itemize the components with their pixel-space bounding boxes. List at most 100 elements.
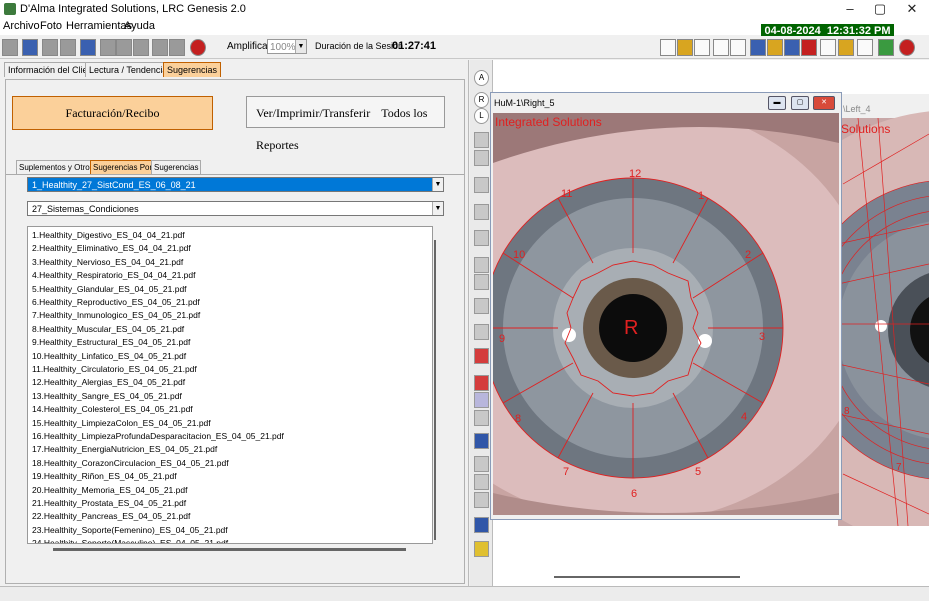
subtab-suggestions[interactable]: Sugerencias	[151, 160, 202, 174]
file-list-item[interactable]: 11.Healthity_Circulatorio_ES_04_05_21.pd…	[32, 364, 197, 374]
close-x-icon[interactable]	[474, 177, 489, 193]
menu-ayuda[interactable]: Ayuda	[124, 20, 155, 32]
document-icon[interactable]	[152, 39, 168, 56]
right-iris-window[interactable]: HuM-1\Right_5 ▬ ▢ ✕ Integrated Solutions…	[490, 92, 842, 520]
tool-icon-10[interactable]	[820, 39, 836, 56]
file-list-item[interactable]: 3.Healthity_Nervioso_ES_04_04_21.pdf	[32, 257, 183, 267]
file-list-item[interactable]: 21.Healthity_Prostata_ES_04_05_21.pdf	[32, 498, 186, 508]
file-list-item[interactable]: 24.Healthity_Soporte(Masculino)_ES_04_05…	[32, 538, 228, 543]
menu-herramientas[interactable]: Herramientas	[66, 20, 132, 32]
tool-icon-9[interactable]	[801, 39, 817, 56]
save-icon[interactable]	[474, 274, 489, 290]
file-list-item[interactable]: 20.Healthity_Memoria_ES_04_05_21.pdf	[32, 485, 187, 495]
compare-icon[interactable]	[169, 39, 185, 56]
stop-icon[interactable]	[2, 39, 18, 56]
help-icon[interactable]	[474, 433, 489, 449]
tool-icon-13[interactable]	[878, 39, 894, 56]
window-title: D'Alma Integrated Solutions, LRC Genesis…	[20, 3, 246, 15]
grid-icon[interactable]	[474, 410, 489, 426]
tree-icon[interactable]	[474, 204, 489, 220]
window-minimize-icon[interactable]: ▬	[768, 96, 786, 110]
category-combo[interactable]: 1_Healthity_27_SistCond_ES_06_08_21 ▼	[27, 177, 444, 192]
billing-button[interactable]: Facturación/Recibo	[12, 96, 213, 130]
close-button[interactable]: ✕	[897, 0, 927, 19]
question-icon[interactable]	[80, 39, 96, 56]
file-list-item[interactable]: 18.Healthity_CorazonCirculacion_ES_04_05…	[32, 458, 229, 468]
file-list-item[interactable]: 16.Healthity_LimpiezaProfundaDesparacita…	[32, 431, 284, 441]
frame-icon[interactable]	[474, 257, 489, 273]
window-close-icon[interactable]: ✕	[813, 96, 835, 110]
file-list-item[interactable]: 10.Healthity_Linfatico_ES_04_05_21.pdf	[32, 351, 186, 361]
menu-foto[interactable]: Foto	[40, 20, 62, 32]
file-list-item[interactable]: 12.Healthity_Alergias_ES_04_05_21.pdf	[32, 377, 185, 387]
tool-icon-5[interactable]	[730, 39, 746, 56]
file-list-item[interactable]: 1.Healthity_Digestivo_ES_04_04_21.pdf	[32, 230, 185, 240]
tool-icon-11[interactable]	[838, 39, 854, 56]
letter-l-button[interactable]: L	[474, 108, 489, 124]
pin2-icon[interactable]	[60, 39, 76, 56]
left-iris-window[interactable]: \Left_4 Solutions 8 7	[733, 94, 929, 549]
letter-r-button[interactable]: R	[474, 92, 489, 108]
file-list-item[interactable]: 15.Healthity_LimpiezaColon_ES_04_05_21.p…	[32, 418, 211, 428]
file-list-item[interactable]: 13.Healthity_Sangre_ES_04_05_21.pdf	[32, 391, 182, 401]
power-icon[interactable]	[899, 39, 915, 56]
subtab-supplements[interactable]: Suplementos y Otros	[16, 160, 97, 174]
eye-icon[interactable]	[474, 375, 489, 391]
minimize-button[interactable]: –	[835, 0, 865, 19]
tool-icon-6[interactable]	[750, 39, 766, 56]
magnify2-icon[interactable]	[474, 474, 489, 490]
tool-icon-4[interactable]	[713, 39, 729, 56]
box-icon[interactable]	[474, 298, 489, 314]
tool-icon-8[interactable]	[784, 39, 800, 56]
zoom-icon[interactable]	[474, 230, 489, 246]
eyes-icon[interactable]	[474, 392, 489, 408]
subtab-suggestions-by[interactable]: Sugerencias Por	[90, 160, 156, 174]
tool-icon-1[interactable]	[660, 39, 676, 56]
amplify-select[interactable]: 100% ▼	[267, 39, 307, 54]
workspace-scrollbar[interactable]	[554, 576, 740, 578]
exit-icon[interactable]	[474, 541, 489, 557]
magnify-icon[interactable]	[474, 456, 489, 472]
tool-icon-2[interactable]	[677, 39, 693, 56]
circle-icon[interactable]	[474, 132, 489, 148]
letter-a-button[interactable]: A	[474, 70, 489, 86]
file-list-item[interactable]: 9.Healthity_Estructural_ES_04_05_21.pdf	[32, 337, 190, 347]
system-combo[interactable]: 27_Sistemas_Condiciones ▼	[27, 201, 444, 216]
file-list-item[interactable]: 2.Healthity_Eliminativo_ES_04_04_21.pdf	[32, 243, 191, 253]
tool-icon-7[interactable]	[767, 39, 783, 56]
file-list-item[interactable]: 19.Healthity_Riñon_ES_04_05_21.pdf	[32, 471, 177, 481]
lock-icon[interactable]	[133, 39, 149, 56]
file-list-item[interactable]: 6.Healthity_Reproductivo_ES_04_05_21.pdf	[32, 297, 200, 307]
file-list[interactable]: 1.Healthity_Digestivo_ES_04_04_21.pdf 2.H…	[27, 226, 433, 544]
screen-icon[interactable]	[474, 517, 489, 533]
horizontal-scrollbar[interactable]	[53, 548, 406, 551]
tool-icon-3[interactable]	[694, 39, 710, 56]
circle2-icon[interactable]	[474, 150, 489, 166]
cross-icon[interactable]	[100, 39, 116, 56]
arrow-right-icon[interactable]	[474, 324, 489, 340]
session-label: Duración de la Sesión	[315, 41, 404, 51]
print-button[interactable]: Ver/Imprimir/Transferir Todos los Report…	[246, 96, 445, 152]
file-list-item[interactable]: 5.Healthity_Glandular_ES_04_05_21.pdf	[32, 284, 187, 294]
file-list-item[interactable]: 4.Healthity_Respiratorio_ES_04_04_21.pdf	[32, 270, 196, 280]
vertical-scrollbar[interactable]	[434, 240, 436, 540]
file-list-item[interactable]: 22.Healthity_Pancreas_ES_04_05_21.pdf	[32, 511, 190, 521]
file-list-item[interactable]: 14.Healthity_Colesterol_ES_04_05_21.pdf	[32, 404, 193, 414]
target-icon[interactable]	[474, 348, 489, 364]
page-icon[interactable]	[116, 39, 132, 56]
left-iris-watermark: Solutions	[841, 122, 891, 136]
square-icon[interactable]	[474, 492, 489, 508]
file-list-item[interactable]: 17.Healthity_EnergiaNutricion_ES_04_05_2…	[32, 444, 217, 454]
window-restore-icon[interactable]: ▢	[791, 96, 809, 110]
pin-icon[interactable]	[42, 39, 58, 56]
file-list-item[interactable]: 23.Healthity_Soporte(Femenino)_ES_04_05_…	[32, 525, 228, 535]
menu-archivo[interactable]: Archivo	[3, 20, 40, 32]
record-icon[interactable]	[190, 39, 206, 56]
calculator-icon[interactable]	[22, 39, 38, 56]
tab-suggestions[interactable]: Sugerencias	[163, 62, 222, 77]
file-list-item[interactable]: 7.Healthity_Inmunologico_ES_04_05_21.pdf	[32, 310, 200, 320]
tool-icon-12[interactable]	[857, 39, 873, 56]
maximize-button[interactable]: ▢	[865, 0, 895, 19]
file-list-item[interactable]: 8.Healthity_Muscular_ES_04_05_21.pdf	[32, 324, 184, 334]
category-combo-value: 1_Healthity_27_SistCond_ES_06_08_21	[32, 180, 196, 190]
